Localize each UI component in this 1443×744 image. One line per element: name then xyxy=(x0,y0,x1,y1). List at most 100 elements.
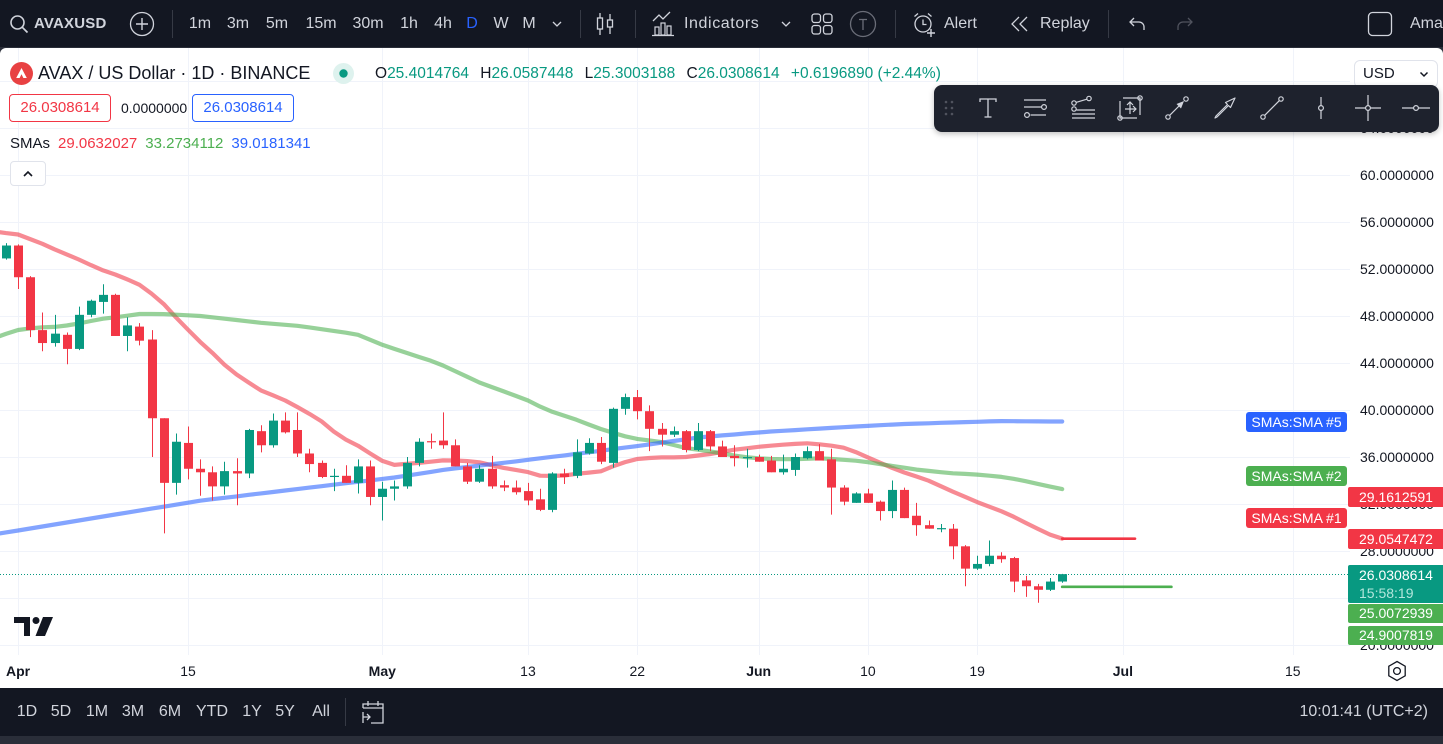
candle xyxy=(354,459,363,494)
parallel-channel-icon[interactable] xyxy=(1069,94,1097,122)
candle-body xyxy=(1058,574,1067,582)
market-status-indicator[interactable] xyxy=(333,63,354,84)
drag-handle-icon[interactable] xyxy=(935,94,963,122)
indicators-dropdown-button[interactable] xyxy=(780,0,792,47)
undo-icon xyxy=(1126,13,1148,35)
time-axis-label: 22 xyxy=(629,663,646,679)
candle-body xyxy=(451,445,460,467)
candle-body xyxy=(682,431,691,450)
sell-price-button[interactable]: 26.0308614 xyxy=(9,94,111,122)
candle-body xyxy=(912,515,921,526)
interval-5m[interactable]: 5m xyxy=(266,0,288,47)
range-1d[interactable]: 1D xyxy=(17,688,37,736)
low-label: L xyxy=(584,65,594,82)
candle-body xyxy=(864,493,873,503)
time-axis-label: 10 xyxy=(860,663,876,679)
chart-title[interactable]: AVAX / US Dollar · 1D · BINANCE xyxy=(38,62,310,85)
interval-1h[interactable]: 1h xyxy=(400,0,418,47)
sma-2-price-tag: 25.0072939 xyxy=(1348,604,1443,623)
candle-body xyxy=(269,420,278,446)
replay-icon xyxy=(1008,12,1032,36)
compare-symbol-button[interactable] xyxy=(129,0,155,47)
interval-1m[interactable]: 1m xyxy=(189,0,211,47)
layout-templates-button[interactable] xyxy=(810,0,834,47)
go-to-date-button[interactable] xyxy=(360,688,386,736)
candle-body xyxy=(670,431,679,435)
trading-button[interactable] xyxy=(849,0,877,47)
axis-settings-button[interactable] xyxy=(1386,660,1408,682)
bar-countdown: 15:58:19 xyxy=(1359,585,1414,601)
sma-5-label[interactable]: SMAs:SMA #5 xyxy=(1246,412,1347,432)
time-axis[interactable]: Apr 15 May 13 22 Jun 10 19 Jul 15 xyxy=(0,655,1443,688)
toolbar-divider xyxy=(345,698,346,726)
arrow-marker-icon[interactable] xyxy=(1163,94,1191,122)
interval-w[interactable]: W xyxy=(493,0,508,47)
interval-4h[interactable]: 4h xyxy=(434,0,452,47)
candle-body xyxy=(2,245,11,259)
candle xyxy=(706,429,715,452)
candle xyxy=(560,468,569,485)
horizontal-ray-icon[interactable] xyxy=(1021,94,1049,122)
bottom-toolbar: 1D 5D 1M 3M 6M YTD 1Y 5Y All 10:01:41 (U… xyxy=(0,688,1443,736)
horizontal-line-icon[interactable] xyxy=(1402,94,1430,122)
interval-d[interactable]: D xyxy=(466,0,478,47)
sma-2-line[interactable] xyxy=(0,311,1065,492)
candle-body xyxy=(475,468,484,482)
candle-body xyxy=(621,397,630,409)
replay-button[interactable]: Replay xyxy=(1008,0,1090,47)
range-5d[interactable]: 5D xyxy=(51,688,71,736)
intervals-dropdown-button[interactable] xyxy=(551,0,563,47)
trend-line-icon[interactable] xyxy=(1258,94,1286,122)
clock-timezone[interactable]: 10:01:41 (UTC+2) xyxy=(1299,688,1428,736)
interval-30m[interactable]: 30m xyxy=(352,0,383,47)
chart-type-button[interactable] xyxy=(594,0,616,47)
candle xyxy=(609,407,618,468)
indicators-button[interactable]: Indicators xyxy=(650,0,759,47)
redo-button[interactable] xyxy=(1174,0,1196,47)
undo-button[interactable] xyxy=(1126,0,1148,47)
currency-selector[interactable]: USD xyxy=(1354,60,1438,88)
candle xyxy=(245,428,254,479)
candle xyxy=(87,299,96,318)
tradingview-logo[interactable] xyxy=(14,616,54,637)
open-label: O xyxy=(375,65,388,82)
symbol-search-button[interactable]: AVAXUSD xyxy=(9,0,107,47)
interval-15m[interactable]: 15m xyxy=(305,0,336,47)
layout-square-button[interactable] xyxy=(1367,0,1393,47)
time-axis-label: Jul xyxy=(1112,663,1133,679)
indicator-legend[interactable]: SMAs 29.0632027 33.2734112 39.0181341 xyxy=(10,134,319,154)
candle-body xyxy=(840,487,849,502)
candle-body xyxy=(63,334,72,349)
candle xyxy=(26,276,35,338)
range-1y[interactable]: 1Y xyxy=(242,688,262,736)
range-1m[interactable]: 1M xyxy=(86,688,108,736)
range-ytd[interactable]: YTD xyxy=(196,688,228,736)
sma-2-label[interactable]: SMAs:SMA #2 xyxy=(1246,466,1347,486)
search-icon xyxy=(9,14,29,34)
sma-1-label[interactable]: SMAs:SMA #1 xyxy=(1246,508,1347,528)
candle xyxy=(548,472,557,513)
candle xyxy=(1034,583,1043,603)
candle-body xyxy=(366,466,375,497)
vertical-line-icon[interactable] xyxy=(1307,94,1335,122)
range-3m[interactable]: 3M xyxy=(122,688,144,736)
candle-body xyxy=(208,472,217,487)
text-tool-icon[interactable] xyxy=(974,94,1002,122)
time-axis-label: 19 xyxy=(969,663,985,679)
interval-3m[interactable]: 3m xyxy=(227,0,249,47)
range-6m[interactable]: 6M xyxy=(159,688,181,736)
alert-button[interactable]: Alert xyxy=(910,0,977,47)
interval-m[interactable]: M xyxy=(522,0,535,47)
range-5y[interactable]: 5Y xyxy=(275,688,295,736)
buy-price-button[interactable]: 26.0308614 xyxy=(192,94,294,122)
candle xyxy=(864,488,873,503)
collapse-legend-button[interactable] xyxy=(10,161,46,186)
candle xyxy=(38,312,47,352)
alarm-clock-icon xyxy=(910,10,938,38)
range-all[interactable]: All xyxy=(312,688,330,736)
long-position-icon[interactable] xyxy=(1116,94,1144,122)
price-axis[interactable]: 68.000000064.000000060.000000056.0000000… xyxy=(1350,90,1443,655)
arrow-icon[interactable] xyxy=(1211,94,1239,122)
cross-line-icon[interactable] xyxy=(1354,94,1382,122)
account-label[interactable]: Ama xyxy=(1410,0,1443,47)
